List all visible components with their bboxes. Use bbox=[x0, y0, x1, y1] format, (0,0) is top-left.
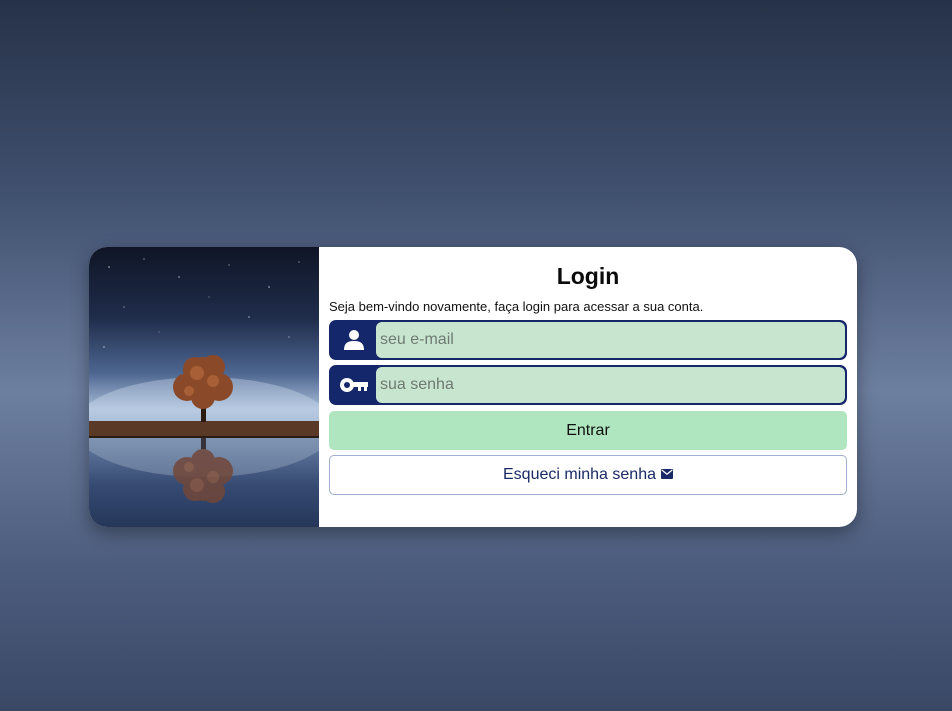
login-button-label: Entrar bbox=[566, 421, 610, 439]
login-button[interactable]: Entrar bbox=[329, 411, 847, 450]
page-title: Login bbox=[556, 263, 620, 289]
tree-reflection-image bbox=[89, 247, 319, 527]
email-input[interactable] bbox=[376, 322, 845, 358]
user-icon bbox=[331, 322, 376, 358]
email-field-group bbox=[329, 320, 847, 360]
forgot-password-button[interactable]: Esqueci minha senha bbox=[329, 455, 847, 495]
password-input[interactable] bbox=[376, 367, 845, 403]
envelope-icon bbox=[660, 466, 673, 484]
forgot-password-label: Esqueci minha senha bbox=[503, 466, 656, 483]
key-icon bbox=[331, 367, 376, 403]
login-form: Login Seja bem-vindo novamente, faça log… bbox=[319, 247, 857, 527]
password-field-group bbox=[329, 365, 847, 405]
welcome-text: Seja bem-vindo novamente, faça login par… bbox=[329, 299, 704, 314]
login-card: Login Seja bem-vindo novamente, faça log… bbox=[89, 247, 857, 527]
